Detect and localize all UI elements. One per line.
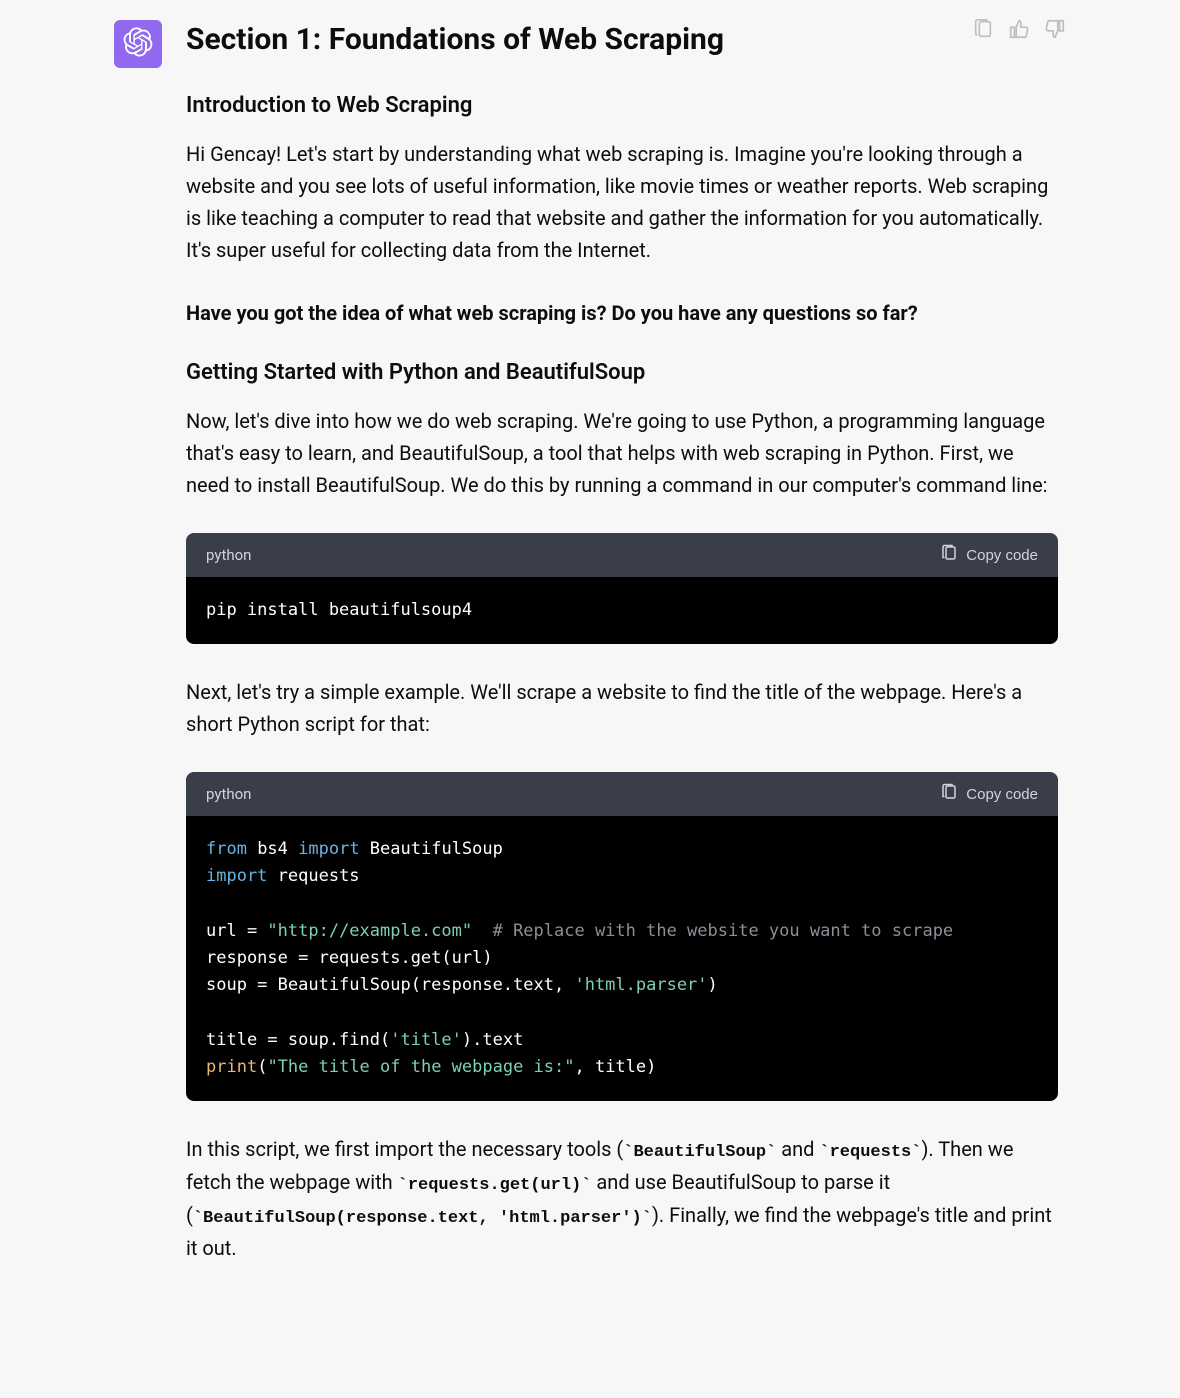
intro-paragraph: Hi Gencay! Let's start by understanding … [186, 138, 1058, 266]
dislike-button[interactable] [1044, 20, 1066, 42]
section-title: Section 1: Foundations of Web Scraping [186, 20, 1058, 59]
clipboard-icon [972, 18, 994, 44]
inline-code: `requests` [819, 1143, 921, 1162]
python-heading: Getting Started with Python and Beautifu… [186, 360, 1058, 385]
inline-code: `BeautifulSoup(response.text, 'html.pars… [193, 1209, 652, 1228]
thumbs-up-icon [1008, 18, 1030, 44]
clipboard-icon [940, 783, 958, 805]
code-block-example: python Copy code from bs4 import Beautif… [186, 772, 1058, 1101]
openai-logo-icon [123, 27, 153, 61]
like-button[interactable] [1008, 20, 1030, 42]
inline-code: `requests.get(url)` [398, 1176, 592, 1195]
copy-code-button[interactable]: Copy code [940, 544, 1038, 566]
message-content: Section 1: Foundations of Web Scraping I… [186, 20, 1058, 1296]
intro-heading: Introduction to Web Scraping [186, 93, 1058, 118]
example-paragraph: Next, let's try a simple example. We'll … [186, 676, 1058, 740]
code-body: pip install beautifulsoup4 [186, 577, 1058, 644]
thumbs-down-icon [1044, 18, 1066, 44]
clipboard-icon [940, 544, 958, 566]
code-body: from bs4 import BeautifulSoup import req… [186, 816, 1058, 1101]
copy-code-button[interactable]: Copy code [940, 783, 1038, 805]
code-language-label: python [206, 546, 251, 564]
code-block-install: python Copy code pip install beautifulso… [186, 533, 1058, 644]
code-header: python Copy code [186, 533, 1058, 577]
assistant-avatar [114, 20, 162, 68]
code-language-label: python [206, 785, 251, 803]
copy-message-button[interactable] [972, 20, 994, 42]
copy-code-label: Copy code [966, 547, 1038, 564]
python-paragraph: Now, let's dive into how we do web scrap… [186, 405, 1058, 501]
message-container: Section 1: Foundations of Web Scraping I… [94, 20, 1086, 1296]
code-header: python Copy code [186, 772, 1058, 816]
inline-code: `BeautifulSoup` [623, 1143, 776, 1162]
copy-code-label: Copy code [966, 786, 1038, 803]
explanation-paragraph: In this script, we first import the nece… [186, 1133, 1058, 1265]
followup-question: Have you got the idea of what web scrapi… [186, 298, 1058, 328]
message-actions [972, 20, 1066, 42]
